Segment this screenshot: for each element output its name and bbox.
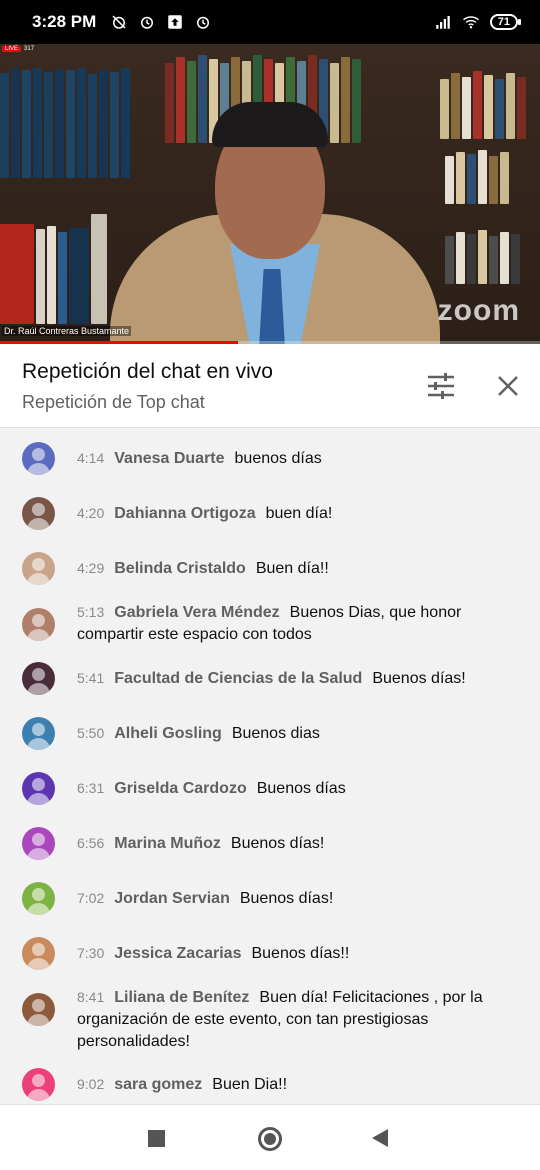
avatar[interactable] bbox=[22, 882, 55, 915]
close-icon[interactable] bbox=[494, 372, 522, 400]
bookshelf-left-bottom bbox=[0, 204, 109, 324]
avatar[interactable] bbox=[22, 1068, 55, 1101]
bookshelf-left-top bbox=[0, 58, 132, 178]
message-text: Buenos días! bbox=[230, 835, 325, 852]
message-body: 4:29 Belinda Cristaldo Buen día!! bbox=[77, 557, 517, 580]
message-text: Buenos días bbox=[256, 780, 346, 797]
back-triangle-icon[interactable] bbox=[372, 1129, 388, 1147]
avatar[interactable] bbox=[22, 993, 55, 1026]
live-badge: LIVE 317 bbox=[2, 46, 34, 52]
message-author[interactable]: Belinda Cristaldo bbox=[114, 560, 246, 577]
message-time: 6:31 bbox=[77, 780, 105, 796]
live-label: LIVE bbox=[2, 46, 22, 52]
message-text: Buen día!! bbox=[255, 560, 329, 577]
message-time: 4:14 bbox=[77, 450, 105, 466]
avatar[interactable] bbox=[22, 442, 55, 475]
message-body: 7:30 Jessica Zacarias Buenos días!! bbox=[77, 942, 517, 965]
message-body: 6:31 Griselda Cardozo Buenos días bbox=[77, 777, 517, 800]
viewer-count: 317 bbox=[24, 46, 35, 52]
status-icons-left bbox=[110, 13, 212, 31]
message-text: Buenos días!! bbox=[251, 945, 350, 962]
video-player[interactable]: LIVE 317 zoom Dr. Raúl Contreras Bustama… bbox=[0, 44, 540, 344]
avatar[interactable] bbox=[22, 608, 55, 641]
upload-icon bbox=[168, 15, 182, 29]
message-body: 4:14 Vanesa Duarte buenos días bbox=[77, 447, 517, 470]
message-author[interactable]: Jordan Servian bbox=[114, 890, 230, 907]
message-author[interactable]: Jessica Zacarias bbox=[114, 945, 241, 962]
speaker-name-tag: Dr. Raúl Contreras Bustamante bbox=[2, 326, 132, 336]
message-text: Buenos días! bbox=[239, 890, 334, 907]
message-text: buen día! bbox=[265, 505, 333, 522]
avatar[interactable] bbox=[22, 552, 55, 585]
message-body: 8:41 Liliana de Benítez Buen día! Felicita… bbox=[77, 986, 517, 1053]
signal-icon bbox=[436, 16, 450, 29]
message-time: 8:41 bbox=[77, 989, 105, 1005]
avatar[interactable] bbox=[22, 827, 55, 860]
avatar[interactable] bbox=[22, 717, 55, 750]
message-author[interactable]: Gabriela Vera Méndez bbox=[114, 604, 279, 621]
message-body: 5:50 Alheli Gosling Buenos dias bbox=[77, 722, 517, 745]
message-body: 6:56 Marina Muñoz Buenos días! bbox=[77, 832, 517, 855]
message-author[interactable]: Dahianna Ortigoza bbox=[114, 505, 255, 522]
message-time: 7:30 bbox=[77, 945, 105, 961]
message-time: 4:29 bbox=[77, 560, 105, 576]
message-text: Buen Dia!! bbox=[212, 1076, 288, 1093]
chat-message-list[interactable]: 4:14 Vanesa Duarte buenos días 4:20 Dahiann… bbox=[0, 428, 540, 1104]
message-time: 4:20 bbox=[77, 505, 105, 521]
message-body: 5:13 Gabriela Vera Méndez Buenos Dias, que… bbox=[77, 601, 517, 646]
status-bar: 3:28 PM 71 bbox=[0, 0, 540, 44]
status-time: 3:28 PM bbox=[32, 12, 97, 31]
message-author[interactable]: sara gomez bbox=[114, 1076, 202, 1093]
message-time: 5:41 bbox=[77, 670, 105, 686]
chat-title: Repetición del chat en vivo bbox=[22, 360, 273, 383]
speaker-hair bbox=[212, 102, 328, 147]
chat-mode-selector[interactable]: Repetición de Top chat bbox=[22, 392, 205, 413]
bookshelf-right-middle bbox=[445, 144, 511, 204]
zoom-watermark: zoom bbox=[437, 294, 520, 327]
message-text: buenos días bbox=[234, 450, 322, 467]
message-author[interactable]: Vanesa Duarte bbox=[114, 450, 224, 467]
message-author[interactable]: Liliana de Benítez bbox=[114, 989, 249, 1006]
message-text: Buenos dias bbox=[231, 725, 320, 742]
home-circle-icon[interactable] bbox=[258, 1127, 282, 1151]
battery-icon: 71 bbox=[489, 14, 522, 30]
status-icons-right: 71 bbox=[434, 13, 522, 31]
message-time: 5:13 bbox=[77, 604, 105, 620]
message-text: Buenos días! bbox=[372, 670, 466, 687]
avatar[interactable] bbox=[22, 772, 55, 805]
avatar[interactable] bbox=[22, 662, 55, 695]
alarm-icon bbox=[141, 16, 154, 29]
system-nav-bar bbox=[0, 1104, 540, 1170]
message-time: 9:02 bbox=[77, 1076, 105, 1092]
message-author[interactable]: Alheli Gosling bbox=[114, 725, 222, 742]
chat-header: Repetición del chat en vivo Repetición d… bbox=[0, 344, 540, 428]
message-body: 5:41 Facultad de Ciencias de la Salud Buen… bbox=[77, 667, 517, 690]
bookshelf-right-bottom bbox=[445, 224, 522, 284]
message-author[interactable]: Facultad de Ciencias de la Salud bbox=[114, 670, 362, 687]
message-time: 5:50 bbox=[77, 725, 105, 741]
avatar[interactable] bbox=[22, 497, 55, 530]
message-time: 7:02 bbox=[77, 890, 105, 906]
wifi-icon bbox=[462, 16, 479, 29]
message-author[interactable]: Griselda Cardozo bbox=[114, 780, 246, 797]
message-body: 4:20 Dahianna Ortigoza buen día! bbox=[77, 502, 517, 525]
avatar[interactable] bbox=[22, 937, 55, 970]
tune-icon[interactable] bbox=[425, 372, 457, 400]
message-body: 9:02 sara gomez Buen Dia!! bbox=[77, 1073, 517, 1096]
alarm-off-icon bbox=[112, 15, 126, 29]
message-body: 7:02 Jordan Servian Buenos días! bbox=[77, 887, 517, 910]
message-time: 6:56 bbox=[77, 835, 105, 851]
recents-square-icon[interactable] bbox=[148, 1130, 165, 1147]
bookshelf-right-top bbox=[440, 64, 528, 139]
message-author[interactable]: Marina Muñoz bbox=[114, 835, 221, 852]
alarm-icon bbox=[197, 16, 210, 29]
